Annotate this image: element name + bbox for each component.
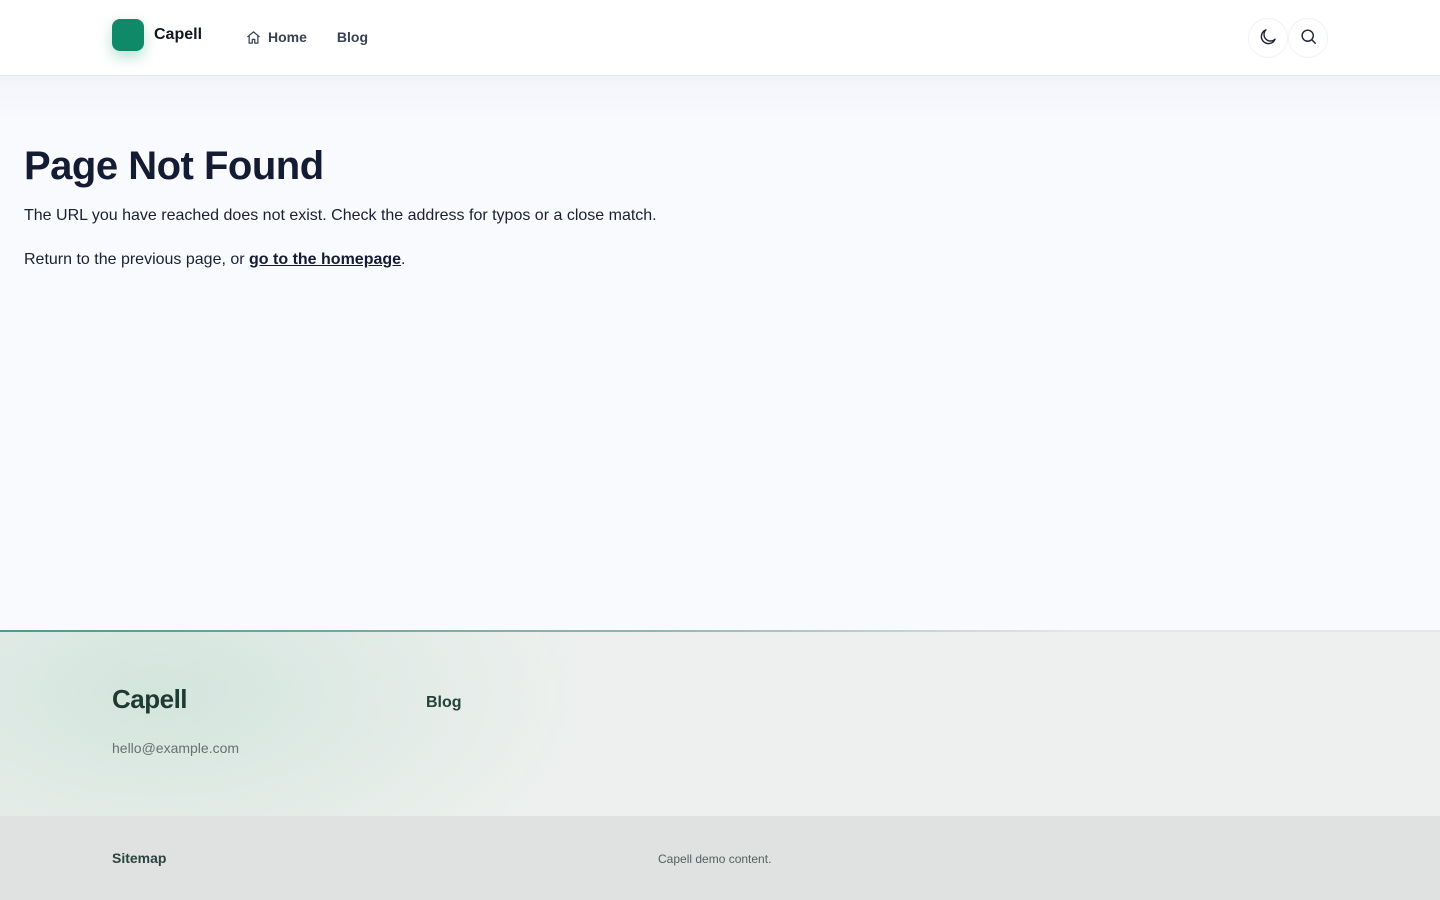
brand-link[interactable]: Capell bbox=[112, 19, 202, 51]
header-actions bbox=[1248, 18, 1328, 58]
sitemap-link[interactable]: Sitemap bbox=[112, 850, 166, 866]
nav-item-home[interactable]: Home bbox=[246, 28, 307, 46]
search-icon bbox=[1299, 27, 1318, 49]
theme-toggle-button[interactable] bbox=[1248, 18, 1288, 58]
homepage-link[interactable]: go to the homepage bbox=[249, 251, 401, 268]
nav-item-label: Home bbox=[268, 29, 307, 45]
brand-name: Capell bbox=[154, 26, 203, 43]
page-title: Page Not Found bbox=[24, 144, 324, 188]
moon-icon bbox=[1258, 27, 1278, 50]
copyright-text: Capell demo content. bbox=[658, 852, 772, 866]
nav-item-label: Blog bbox=[336, 29, 369, 45]
footer-link-blog[interactable]: Blog bbox=[426, 694, 462, 712]
not-found-message: The URL you have reached does not exist.… bbox=[24, 207, 657, 224]
footer-brand: Capell bbox=[112, 684, 188, 714]
brand-logo bbox=[112, 19, 144, 51]
main-nav: Home Blog bbox=[246, 28, 368, 46]
footer-bottom: Sitemap Capell demo content. bbox=[0, 816, 1440, 900]
footer-email: hello@example.com bbox=[112, 740, 240, 756]
search-button[interactable] bbox=[1288, 18, 1328, 58]
site-header: Capell Home Blog bbox=[0, 0, 1440, 76]
main-content: Page Not Found The URL you have reached … bbox=[0, 76, 1440, 630]
footer-top: Capell hello@example.com Blog bbox=[0, 630, 1440, 816]
return-message-prefix: Return to the previous page, or bbox=[24, 251, 250, 268]
nav-item-blog[interactable]: Blog bbox=[337, 28, 368, 46]
home-icon bbox=[246, 30, 261, 45]
return-message: Return to the previous page, or go to th… bbox=[24, 251, 405, 269]
return-message-suffix: . bbox=[401, 251, 406, 268]
